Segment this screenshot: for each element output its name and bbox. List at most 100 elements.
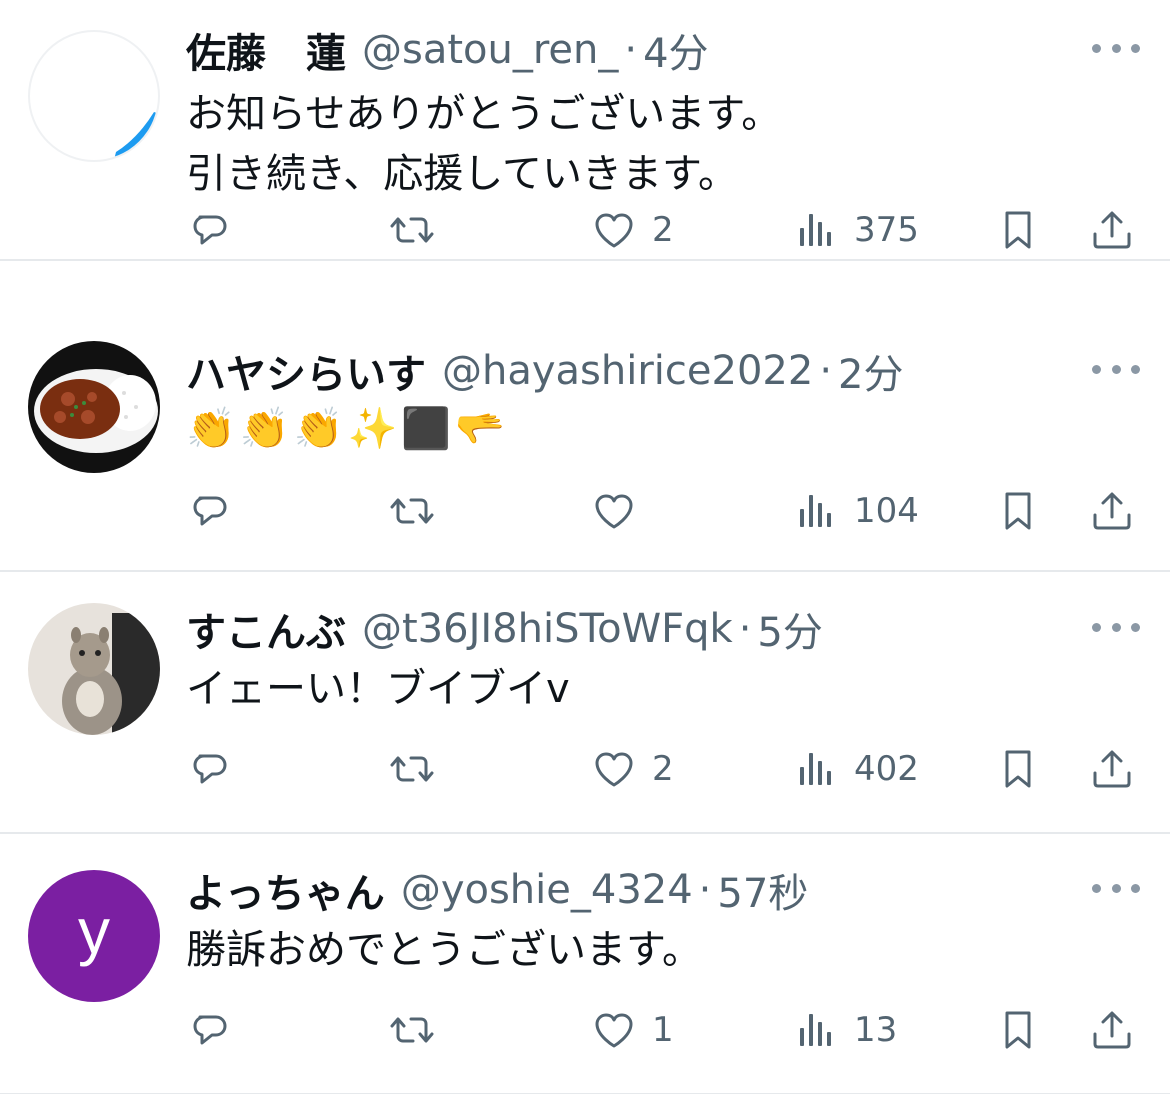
reply-feed: 佐藤 蓮 @satou_ren_ · 4分 お知らせありがとうございます。 引き… <box>0 0 1170 1094</box>
display-name[interactable]: すこんぶ <box>186 600 346 658</box>
share-button[interactable] <box>1088 481 1136 541</box>
reply-button[interactable] <box>186 1000 248 1060</box>
retweet-button[interactable] <box>388 481 450 541</box>
like-count: 2 <box>652 210 674 250</box>
retweet-button[interactable] <box>388 739 450 799</box>
tweet-text: お知らせありがとうございます。 引き続き、応援していきます。 <box>186 84 781 204</box>
timestamp[interactable]: 5分 <box>757 600 822 658</box>
avatar[interactable]: y <box>28 870 160 1002</box>
like-count: 2 <box>652 749 674 789</box>
tweet-text: 勝訴おめでとうございます。 <box>186 920 702 980</box>
squirrel-photo-icon <box>62 613 160 735</box>
like-button[interactable]: 1 <box>590 1000 674 1060</box>
avatar[interactable] <box>28 30 160 162</box>
timestamp[interactable]: 2分 <box>838 342 903 400</box>
retweet-icon <box>390 756 434 782</box>
action-bar: 2 375 <box>0 200 1170 260</box>
views-button[interactable]: 104 <box>792 481 919 541</box>
timestamp[interactable]: 57秒 <box>717 861 808 919</box>
views-count: 375 <box>854 210 919 250</box>
like-count: 1 <box>652 1010 674 1050</box>
avatar[interactable] <box>28 341 160 473</box>
like-icon <box>595 1013 633 1048</box>
more-icon[interactable] <box>1092 36 1140 60</box>
tweet-text: 👏 👏 👏 ✨ ⬛ 🫳 <box>186 399 505 459</box>
views-button[interactable]: 13 <box>792 1000 897 1060</box>
more-icon[interactable] <box>1092 876 1140 900</box>
display-name[interactable]: ハヤシらいす <box>186 342 426 400</box>
like-icon <box>595 494 633 529</box>
user-handle[interactable]: @satou_ren_ <box>362 27 618 73</box>
action-bar: 2 402 <box>0 739 1170 799</box>
share-button[interactable] <box>1088 1000 1136 1060</box>
action-bar: 104 <box>0 481 1170 541</box>
views-count: 402 <box>854 749 919 789</box>
retweet-button[interactable] <box>388 1000 450 1060</box>
views-icon <box>800 495 831 527</box>
bookmark-icon <box>1005 1011 1031 1049</box>
separator-dot: · <box>819 348 833 394</box>
share-icon <box>1093 1011 1131 1049</box>
tweet[interactable]: ハヤシらいす @hayashirice2022 · 2分 👏 👏 👏 ✨ ⬛ 🫳… <box>0 311 1170 572</box>
more-icon[interactable] <box>1092 615 1140 639</box>
separator-dot: · <box>738 606 752 652</box>
bookmark-button[interactable] <box>994 739 1042 799</box>
like-button[interactable]: 2 <box>590 739 674 799</box>
tweet-text-line: 引き続き、応援していきます。 <box>186 151 738 197</box>
tweet-text-line: 勝訴おめでとうございます。 <box>186 927 702 973</box>
retweet-icon <box>390 498 434 524</box>
like-icon <box>595 752 633 787</box>
tweet-text-line: お知らせありがとうございます。 <box>186 91 782 137</box>
retweet-button[interactable] <box>388 200 450 260</box>
retweet-icon <box>390 217 434 243</box>
like-button[interactable] <box>590 481 652 541</box>
like-icon <box>595 213 633 248</box>
share-button[interactable] <box>1088 739 1136 799</box>
views-count: 104 <box>854 491 919 531</box>
clapping-hands-emoji: 👏 <box>293 406 344 452</box>
tweet-text: イェーい！ブイブイv <box>186 659 570 719</box>
reply-icon <box>193 1015 227 1045</box>
display-name[interactable]: 佐藤 蓮 <box>186 21 346 79</box>
views-button[interactable]: 402 <box>792 739 919 799</box>
reply-button[interactable] <box>186 200 248 260</box>
timestamp[interactable]: 4分 <box>643 21 708 79</box>
action-bar: 1 13 <box>0 1000 1170 1060</box>
reply-icon <box>193 754 227 784</box>
tweet[interactable]: 佐藤 蓮 @satou_ren_ · 4分 お知らせありがとうございます。 引き… <box>0 0 1170 261</box>
views-icon <box>800 753 831 785</box>
separator-dot: · <box>624 27 638 73</box>
tweet-header: ハヤシらいす @hayashirice2022 · 2分 <box>186 341 903 401</box>
bookmark-button[interactable] <box>994 481 1042 541</box>
user-handle[interactable]: @t36JI8hiSToWFqk <box>362 606 733 652</box>
share-button[interactable] <box>1088 200 1136 260</box>
like-button[interactable]: 2 <box>590 200 674 260</box>
bookmark-button[interactable] <box>994 1000 1042 1060</box>
views-button[interactable]: 375 <box>792 200 919 260</box>
hayashi-rice-plate-icon <box>34 369 158 453</box>
share-icon <box>1093 492 1131 530</box>
bookmark-button[interactable] <box>994 200 1042 260</box>
retweet-icon <box>390 1017 434 1043</box>
tweet[interactable]: y よっちゃん @yoshie_4324 · 57秒 勝訴おめでとうございます。… <box>0 834 1170 1094</box>
bookmark-icon <box>1005 750 1031 788</box>
display-name[interactable]: よっちゃん <box>186 861 385 919</box>
sparkles-emoji: ✨ <box>347 406 398 452</box>
bookmark-icon <box>1005 211 1031 249</box>
separator-dot: · <box>698 867 712 913</box>
tweet-text-line: イェーい！ブイブイv <box>186 666 570 712</box>
user-handle[interactable]: @yoshie_4324 <box>401 867 693 913</box>
share-icon <box>1093 211 1131 249</box>
avatar[interactable] <box>28 603 160 735</box>
tweet-header: すこんぶ @t36JI8hiSToWFqk · 5分 <box>186 599 823 659</box>
reply-button[interactable] <box>186 739 248 799</box>
tweet[interactable]: すこんぶ @t36JI8hiSToWFqk · 5分 イェーい！ブイブイv 2 4… <box>0 573 1170 834</box>
share-icon <box>1093 750 1131 788</box>
reply-button[interactable] <box>186 481 248 541</box>
user-handle[interactable]: @hayashirice2022 <box>442 348 813 394</box>
reply-icon <box>193 215 227 245</box>
palm-down-hand-emoji: 🫳 <box>455 406 505 452</box>
emoji-row: 👏 👏 👏 ✨ ⬛ 🫳 <box>186 399 505 459</box>
more-icon[interactable] <box>1092 357 1140 381</box>
clapping-hands-emoji: 👏 <box>186 406 236 452</box>
